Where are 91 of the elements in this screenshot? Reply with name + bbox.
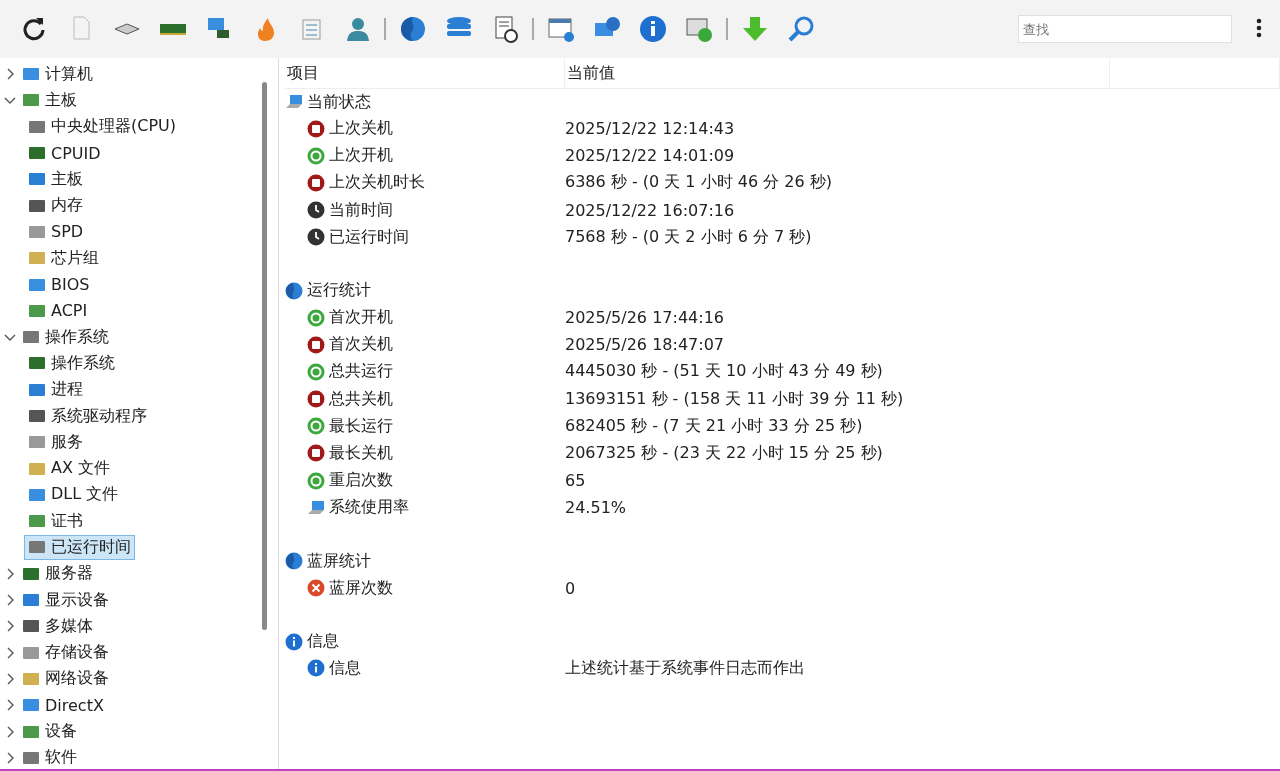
globe-icon	[285, 552, 303, 571]
tree-item[interactable]: 操作系统	[18, 324, 113, 350]
group-title: 蓝屏统计	[307, 550, 371, 572]
item-value: 682405 秒 - (7 天 21 小时 33 分 25 秒)	[565, 415, 864, 437]
item-value: 7568 秒 - (0 天 2 小时 6 分 7 秒)	[565, 226, 813, 248]
item-value: 65	[565, 471, 587, 491]
item-name: 当前时间	[329, 199, 393, 221]
tree-item[interactable]: 网络设备	[18, 666, 113, 692]
item-value: 6386 秒 - (0 天 1 小时 46 分 26 秒)	[565, 172, 833, 194]
search-field[interactable]: 查找	[1018, 15, 1232, 43]
item-value: 2025/12/22 14:01:09	[565, 146, 736, 166]
power-on-icon	[307, 471, 325, 490]
clock-icon	[307, 201, 325, 220]
tree-item[interactable]: CPUID	[24, 141, 105, 165]
item-value: 2025/12/22 16:07:16	[565, 200, 736, 220]
item-name: 总共运行	[329, 361, 393, 383]
tree-item[interactable]: 主板	[24, 166, 87, 192]
tree-item[interactable]: 显示设备	[18, 587, 113, 613]
item-value: 4445030 秒 - (51 天 10 小时 43 分 49 秒)	[565, 361, 884, 383]
scrollbar-thumb[interactable]	[261, 82, 267, 630]
item-name: 信息	[329, 657, 361, 679]
down-arrow-icon	[741, 15, 769, 43]
stop-icon	[307, 173, 325, 192]
item-value: 2025/5/26 17:44:16	[565, 308, 725, 328]
item-name: 最长关机	[329, 442, 393, 464]
tree-item[interactable]: 进程	[24, 377, 87, 403]
tree-item[interactable]: 存储设备	[18, 640, 113, 666]
power-on-icon	[307, 362, 325, 381]
column-header[interactable]: 当前值	[565, 58, 1110, 88]
tree-item[interactable]: 多媒体	[18, 613, 97, 639]
computer-icon	[285, 93, 303, 111]
tree-item[interactable]: 已运行时间	[24, 535, 135, 560]
power-on-icon	[307, 417, 325, 436]
item-name: 上次关机	[329, 118, 393, 140]
item-name: 总共关机	[329, 388, 393, 410]
tree-item[interactable]: 证书	[24, 508, 87, 534]
power-on-icon	[307, 308, 325, 327]
item-value: 上述统计基于系统事件日志而作出	[565, 657, 806, 679]
tree-item[interactable]: SPD	[24, 220, 88, 244]
tree-item[interactable]: 软件	[18, 745, 81, 771]
stop-icon	[307, 335, 325, 354]
item-name: 最长运行	[329, 415, 393, 437]
item-value: 2025/12/22 12:14:43	[565, 119, 736, 139]
tree-item[interactable]: 中央处理器(CPU)	[24, 114, 180, 140]
tree-item[interactable]: 服务	[24, 429, 87, 455]
item-value: 13693151 秒 - (158 天 11 小时 39 分 11 秒)	[565, 388, 905, 410]
item-value: 24.51%	[565, 498, 627, 518]
stop-icon	[307, 444, 325, 463]
power-on-icon	[307, 146, 325, 165]
item-name: 已运行时间	[329, 226, 409, 248]
item-name: 首次关机	[329, 334, 393, 356]
tree-item[interactable]: DLL 文件	[24, 482, 123, 508]
column-header[interactable]: 项目	[285, 58, 565, 88]
globe-icon	[399, 15, 427, 43]
item-name: 首次开机	[329, 307, 393, 329]
tree-item[interactable]: 内存	[24, 193, 87, 219]
stop-icon	[307, 119, 325, 138]
group-title: 当前状态	[307, 91, 371, 113]
tree-item[interactable]: 主板	[18, 87, 81, 113]
item-name: 重启次数	[329, 470, 393, 492]
device-icon	[28, 407, 46, 425]
tree-item[interactable]: 芯片组	[24, 245, 103, 271]
item-value: 2067325 秒 - (23 天 22 小时 15 分 25 秒)	[565, 442, 884, 464]
tree-item[interactable]: 计算机	[18, 61, 97, 87]
item-value: 2025/5/26 18:47:07	[565, 335, 725, 355]
tree-item[interactable]: 系统驱动程序	[24, 403, 151, 429]
search-icon	[787, 15, 815, 43]
info-icon	[307, 659, 325, 678]
item-name: 系统使用率	[329, 497, 409, 519]
item-value: 0	[565, 578, 577, 598]
item-name: 蓝屏次数	[329, 577, 393, 599]
item-name: 上次开机	[329, 145, 393, 167]
computer-icon	[307, 498, 325, 517]
info-icon	[639, 15, 667, 43]
tree-item[interactable]: 服务器	[18, 561, 97, 587]
item-name: 上次关机时长	[329, 172, 425, 194]
tree-item[interactable]: AX 文件	[24, 456, 114, 482]
info-icon	[285, 632, 303, 651]
tree-item[interactable]: 操作系统	[24, 350, 119, 376]
group-title: 运行统计	[307, 280, 371, 302]
group-title: 信息	[307, 631, 339, 653]
more-icon	[1256, 17, 1262, 39]
tree-item[interactable]: BIOS	[24, 273, 94, 296]
tree-item[interactable]: DirectX	[18, 693, 108, 717]
stop-icon	[307, 390, 325, 409]
globe-icon	[285, 281, 303, 300]
clock-icon	[307, 228, 325, 247]
tree-item[interactable]: 设备	[18, 719, 81, 745]
error-icon	[307, 579, 325, 598]
tree-item[interactable]: ACPI	[24, 299, 92, 323]
window-icon	[547, 15, 575, 43]
